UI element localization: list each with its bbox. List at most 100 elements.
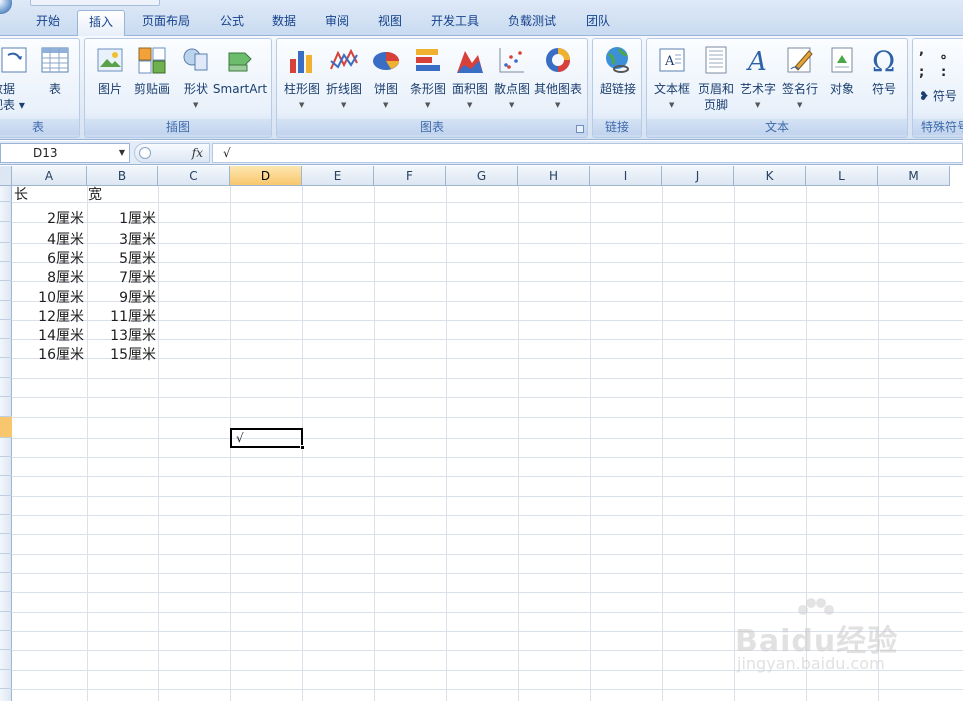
row-header[interactable] [0,515,12,534]
tab-data[interactable]: 数据 [262,10,306,36]
row-header[interactable] [0,670,12,689]
symbol-colon[interactable]: : [941,65,946,80]
row-header[interactable] [0,417,12,438]
fill-handle[interactable] [300,445,305,450]
column-gridline [158,186,159,701]
row-header[interactable] [0,243,12,262]
cell-B2[interactable]: 1厘米 [88,210,158,229]
tab-developer[interactable]: 开发工具 [424,10,486,36]
select-all-corner[interactable] [0,166,12,186]
charts-dialog-launcher-icon[interactable] [576,125,584,133]
tab-view[interactable]: 视图 [368,10,412,36]
cell-B9[interactable]: 15厘米 [88,346,158,365]
cell-A6[interactable]: 10厘米 [14,289,86,308]
column-header-G[interactable]: G [446,166,518,186]
row-header[interactable] [0,438,12,457]
row-header[interactable] [0,378,12,397]
column-header-E[interactable]: E [302,166,374,186]
name-box[interactable]: D13 ▼ [0,143,130,163]
cell-B6[interactable]: 9厘米 [88,289,158,308]
row-header[interactable] [0,650,12,670]
group-special-symbols: , 。 ; : ❥ 符号 特殊符号 [912,38,963,138]
cell-A2[interactable]: 2厘米 [14,210,86,229]
symbol-button[interactable]: Ω 符号 [859,43,909,121]
svg-text:A: A [664,54,675,69]
cell-B7[interactable]: 11厘米 [88,308,158,327]
group-label-charts: 图表 [277,119,587,135]
tab-formulas[interactable]: 公式 [210,10,254,36]
column-header-H[interactable]: H [518,166,590,186]
cell-A1[interactable]: 长 [14,186,86,205]
row-header[interactable] [0,358,12,378]
table-icon [41,47,69,73]
cell-A7[interactable]: 12厘米 [14,308,86,327]
tab-home[interactable]: 开始 [26,10,70,36]
row-header[interactable] [0,534,12,554]
cell-A3[interactable]: 4厘米 [14,231,86,250]
row-header[interactable] [0,457,12,476]
hyperlink-button[interactable]: 超链接 [593,43,643,121]
row-header[interactable] [0,339,12,358]
cell-B1[interactable]: 宽 [88,186,158,205]
column-header-J[interactable]: J [662,166,734,186]
tab-team[interactable]: 团队 [576,10,620,36]
tab-load-test[interactable]: 负载测试 [500,10,564,36]
cell-B5[interactable]: 7厘米 [88,269,158,288]
special-symbol-button[interactable]: ❥ 符号 [919,87,957,104]
smartart-button[interactable]: SmartArt [213,43,267,121]
column-header-F[interactable]: F [374,166,446,186]
tab-page-layout[interactable]: 页面布局 [134,10,198,36]
column-header-C[interactable]: C [158,166,230,186]
row-header[interactable] [0,202,12,222]
column-header-M[interactable]: M [878,166,950,186]
symbol-comma[interactable]: , [919,43,924,58]
cell-A9[interactable]: 16厘米 [14,346,86,365]
cell-B3[interactable]: 3厘米 [88,231,158,250]
shapes-icon [183,48,208,71]
table-button[interactable]: 表 [35,43,75,121]
row-gridline [12,554,963,555]
row-header[interactable] [0,476,12,496]
textbox-icon: A [659,48,685,72]
row-header[interactable] [0,573,12,592]
pie-chart-icon [373,52,399,70]
cell-B8[interactable]: 13厘米 [88,327,158,346]
row-header[interactable] [0,592,12,612]
row-header[interactable] [0,554,12,573]
row-gridline [12,476,963,477]
cell-A4[interactable]: 6厘米 [14,250,86,269]
row-header[interactable] [0,397,12,417]
office-button-icon[interactable] [0,0,12,14]
other-charts-button[interactable]: 其他图表 ▼ [533,43,583,121]
active-cell-D13[interactable]: √ [230,428,305,450]
column-header-B[interactable]: B [87,166,158,186]
cell-B4[interactable]: 5厘米 [88,250,158,269]
symbol-semicolon[interactable]: ; [919,65,924,80]
cell-A5[interactable]: 8厘米 [14,269,86,288]
row-header[interactable] [0,631,12,650]
shapes-dropdown-icon: ▼ [193,101,199,109]
row-header[interactable] [0,262,12,281]
formula-input[interactable]: √ [212,143,963,163]
row-header[interactable] [0,301,12,320]
row-header[interactable] [0,281,12,301]
name-box-dropdown-icon[interactable]: ▼ [119,148,125,157]
column-header-A[interactable]: A [12,166,87,186]
row-header[interactable] [0,612,12,631]
tab-insert[interactable]: 插入 [77,10,125,37]
cell-A8[interactable]: 14厘米 [14,327,86,346]
row-header[interactable] [0,222,12,243]
column-header-D[interactable]: D [230,166,302,186]
column-header-I[interactable]: I [590,166,662,186]
column-header-K[interactable]: K [734,166,806,186]
row-header[interactable] [0,320,12,339]
insert-function-icon[interactable]: fx [192,146,203,160]
row-header[interactable] [0,496,12,515]
expand-handle-icon[interactable] [139,147,151,159]
line-chart-dropdown-icon: ▼ [341,101,347,109]
symbol-period[interactable]: 。 [941,43,954,62]
tab-review[interactable]: 审阅 [315,10,359,36]
quick-access-toolbar[interactable] [30,0,160,6]
row-header[interactable] [0,186,12,202]
column-header-L[interactable]: L [806,166,878,186]
